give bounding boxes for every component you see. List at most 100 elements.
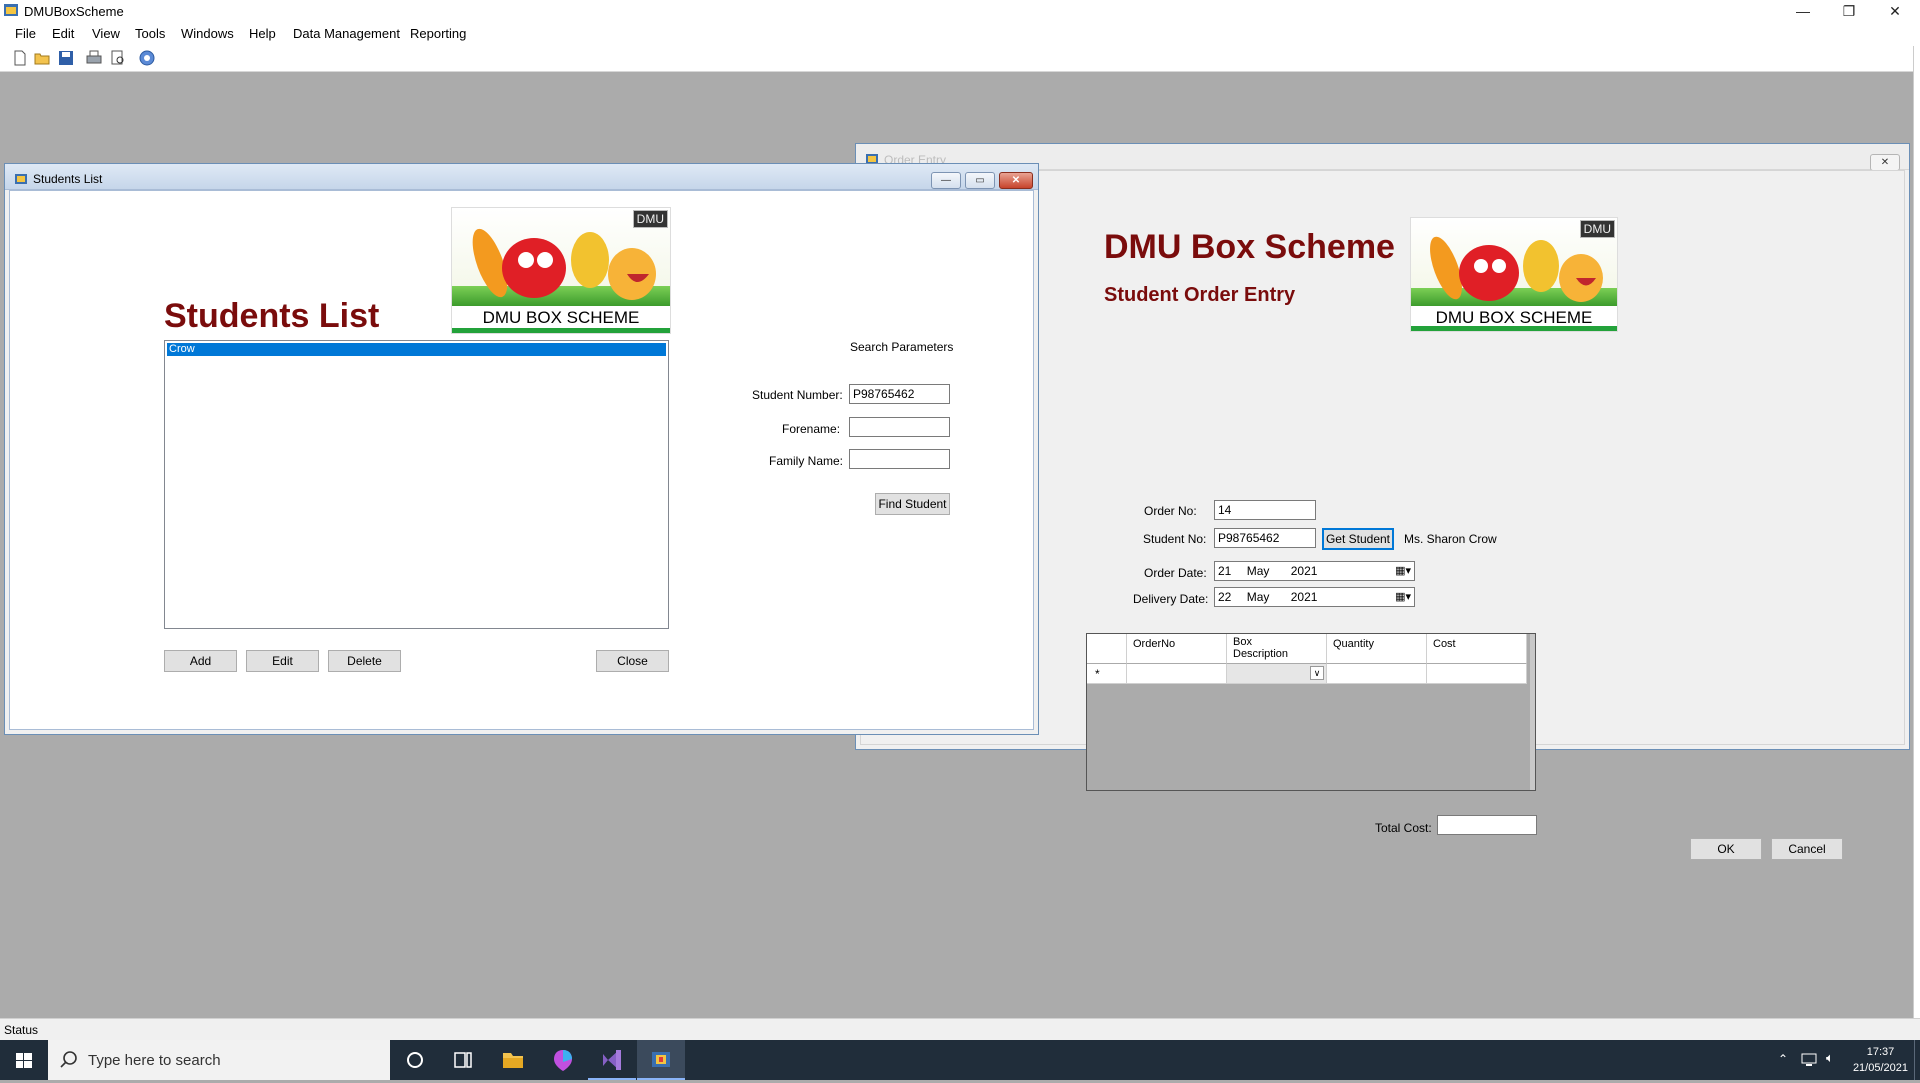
grid-cell-quantity[interactable] xyxy=(1327,664,1427,684)
order-date-label: Order Date: xyxy=(1144,566,1207,580)
menu-reporting[interactable]: Reporting xyxy=(410,26,466,41)
mdi-scrollbar[interactable] xyxy=(1913,46,1920,1018)
add-button[interactable]: Add xyxy=(164,650,237,672)
delivery-date-label: Delivery Date: xyxy=(1133,592,1209,606)
menu-data-management[interactable]: Data Management xyxy=(293,26,400,41)
volume-icon[interactable]: 🔈︎ xyxy=(1826,1050,1834,1066)
menu-edit[interactable]: Edit xyxy=(52,26,74,41)
window-icon xyxy=(15,173,27,184)
dmu-tag: DMU xyxy=(1579,220,1615,238)
students-listbox[interactable]: Crow xyxy=(164,340,669,629)
grid-col-box-description[interactable]: Box Description xyxy=(1227,634,1327,664)
close-button[interactable]: Close xyxy=(596,650,669,672)
menu-bar: File Edit View Tools Windows Help Data M… xyxy=(0,22,1920,46)
grid-cell-orderno[interactable] xyxy=(1127,664,1227,684)
help-icon[interactable] xyxy=(139,50,155,66)
delivery-date-picker[interactable]: 22 May 2021 ▦▾ xyxy=(1214,587,1415,607)
order-date-year: 2021 xyxy=(1290,564,1318,578)
grid-scrollbar[interactable] xyxy=(1530,634,1535,790)
total-cost-field[interactable] xyxy=(1437,815,1537,835)
list-item[interactable]: Crow xyxy=(167,343,666,356)
ok-button[interactable]: OK xyxy=(1690,838,1762,860)
delivery-date-day: 22 xyxy=(1218,590,1232,604)
status-text: Status xyxy=(4,1023,39,1037)
family-name-label: Family Name: xyxy=(769,454,844,468)
browser-icon[interactable] xyxy=(539,1040,587,1080)
cancel-button[interactable]: Cancel xyxy=(1771,838,1843,860)
tray-clock[interactable]: 17:37 21/05/2021 xyxy=(1853,1044,1908,1076)
app-title-bar: DMUBoxScheme — ❐ ✕ xyxy=(0,0,1920,22)
student-number-label: Student Number: xyxy=(752,388,843,402)
order-date-day: 21 xyxy=(1218,564,1232,578)
calendar-dropdown-icon[interactable]: ▦▾ xyxy=(1395,590,1411,603)
cortana-icon[interactable] xyxy=(391,1040,439,1080)
order-date-month: May xyxy=(1246,564,1270,578)
order-no-field[interactable]: 14 xyxy=(1214,500,1316,520)
student-no-field[interactable]: P98765462 xyxy=(1214,528,1316,548)
order-heading: DMU Box Scheme xyxy=(1104,228,1395,266)
taskbar-search-box[interactable]: Type here to search xyxy=(48,1040,390,1080)
students-list-title-bar: Students List — ▭ ✕ xyxy=(5,164,1038,190)
dmu-logo: DMU DMU BOX SCHEME xyxy=(451,207,671,334)
save-icon[interactable] xyxy=(58,50,74,66)
print-icon[interactable] xyxy=(86,50,102,66)
close-button[interactable]: ✕ xyxy=(1872,0,1918,22)
delete-button[interactable]: Delete xyxy=(328,650,401,672)
dmu-app-taskbar-icon[interactable] xyxy=(637,1040,685,1080)
grid-col-quantity[interactable]: Quantity xyxy=(1327,634,1427,664)
student-number-field[interactable]: P98765462 xyxy=(849,384,950,404)
logo-banner: DMU BOX SCHEME xyxy=(452,308,670,333)
find-student-button[interactable]: Find Student xyxy=(875,493,950,515)
search-icon xyxy=(60,1050,78,1071)
menu-file[interactable]: File xyxy=(15,26,36,41)
visual-studio-icon[interactable] xyxy=(588,1040,636,1080)
grid-col-orderno[interactable]: OrderNo xyxy=(1127,634,1227,664)
close-icon[interactable]: ✕ xyxy=(1870,154,1900,171)
close-icon[interactable]: ✕ xyxy=(999,172,1033,189)
chevron-down-icon[interactable]: ∨ xyxy=(1310,666,1324,680)
logo-banner: DMU BOX SCHEME xyxy=(1411,308,1617,331)
search-placeholder: Type here to search xyxy=(88,1052,221,1069)
clock-date: 21/05/2021 xyxy=(1852,1062,1908,1074)
grid-col-cost[interactable]: Cost xyxy=(1427,634,1527,664)
forename-label: Forename: xyxy=(782,422,841,436)
open-icon[interactable] xyxy=(34,50,50,66)
order-lines-grid[interactable]: OrderNo Box Description Quantity Cost * … xyxy=(1086,633,1536,791)
maximize-icon[interactable]: ▭ xyxy=(965,172,995,189)
order-date-picker[interactable]: 21 May 2021 ▦▾ xyxy=(1214,561,1415,581)
clock-time: 17:37 xyxy=(1866,1046,1895,1058)
task-view-icon[interactable] xyxy=(439,1040,487,1080)
chevron-up-icon[interactable]: ⌃ xyxy=(1778,1052,1788,1066)
grid-cell-cost[interactable] xyxy=(1427,664,1527,684)
menu-tools[interactable]: Tools xyxy=(135,26,165,41)
network-icon[interactable] xyxy=(1800,1050,1818,1071)
windows-start-icon[interactable] xyxy=(0,1040,48,1080)
new-icon[interactable] xyxy=(12,50,28,66)
dmu-logo: DMU DMU BOX SCHEME xyxy=(1410,217,1618,332)
calendar-dropdown-icon[interactable]: ▦▾ xyxy=(1395,564,1411,577)
print-preview-icon[interactable] xyxy=(110,50,126,66)
toolbar xyxy=(0,46,1920,72)
delivery-date-year: 2021 xyxy=(1290,590,1318,604)
box-description-combo[interactable]: ∨ xyxy=(1227,664,1327,684)
family-name-field[interactable] xyxy=(849,449,950,469)
forename-field[interactable] xyxy=(849,417,950,437)
student-name: Ms. Sharon Crow xyxy=(1404,532,1497,546)
app-title: DMUBoxScheme xyxy=(24,4,124,19)
search-parameters-caption: Search Parameters xyxy=(850,340,954,354)
students-list-title: Students List xyxy=(33,172,103,186)
file-explorer-icon[interactable] xyxy=(489,1040,537,1080)
edit-button[interactable]: Edit xyxy=(246,650,319,672)
student-no-label: Student No: xyxy=(1143,532,1207,546)
menu-view[interactable]: View xyxy=(92,26,120,41)
app-icon xyxy=(4,4,18,16)
order-subheading: Student Order Entry xyxy=(1104,284,1296,306)
minimize-icon[interactable]: — xyxy=(931,172,961,189)
minimize-button[interactable]: — xyxy=(1780,0,1826,22)
restore-button[interactable]: ❐ xyxy=(1826,0,1872,22)
menu-windows[interactable]: Windows xyxy=(181,26,234,41)
menu-help[interactable]: Help xyxy=(249,26,276,41)
new-row-marker: * xyxy=(1087,664,1127,684)
get-student-button[interactable]: Get Student xyxy=(1322,528,1394,550)
show-desktop-button[interactable] xyxy=(1914,1040,1915,1080)
